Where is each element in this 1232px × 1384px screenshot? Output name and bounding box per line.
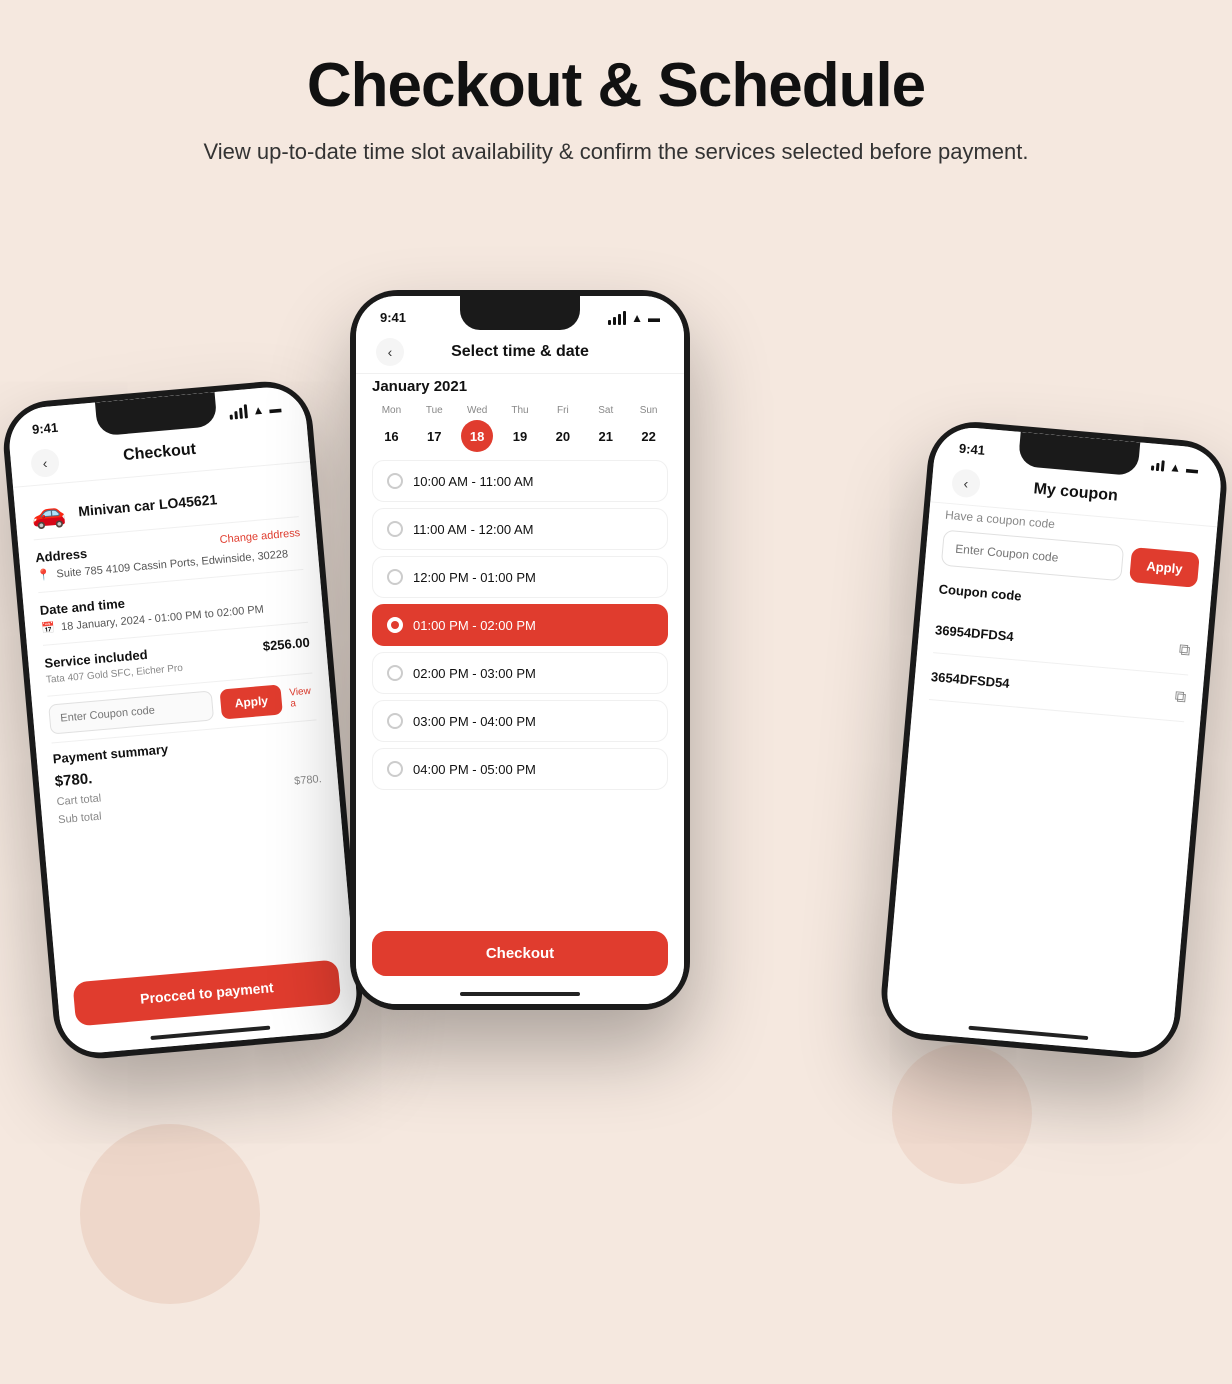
calendar-section: January 2021 Mon 16 Tue 17 Wed 18 [356,378,684,460]
coupon-code-2: 3654DFSD54 [930,669,1010,691]
schedule-title: Select time & date [451,343,589,361]
slot-1pm-radio [387,617,403,633]
coupon-input[interactable] [48,690,214,734]
coupon-code-input[interactable] [941,530,1124,582]
slot-2pm-radio [387,665,403,681]
slot-4pm-radio [387,761,403,777]
day-thu[interactable]: Thu 19 [501,405,540,452]
time-screen: 9:41 ▲ ▬ ‹ Select ti [356,296,684,1004]
slot-3pm-radio [387,713,403,729]
page-subtitle: View up-to-date time slot availability &… [0,135,1232,168]
coupon-code-1: 36954DFDS4 [935,622,1015,644]
day-sat[interactable]: Sat 21 [586,405,625,452]
copy-icon-1[interactable]: ⧉ [1178,642,1191,661]
day-tue[interactable]: Tue 17 [415,405,454,452]
checkout-back-button[interactable]: ‹ [30,448,60,478]
calendar-icon: 📅 [41,621,56,635]
phone1-time: 9:41 [31,420,58,437]
big-price: $780. [54,770,93,790]
phone3-time: 9:41 [958,441,985,458]
signal-icon-3 [1151,459,1165,471]
service-price: $256.00 [262,635,310,654]
slot-10am-radio [387,473,403,489]
signal-icon-2 [608,311,626,325]
car-icon: 🚗 [30,495,68,531]
slot-1pm-active[interactable]: 01:00 PM - 02:00 PM [372,604,668,646]
battery-icon-3: ▬ [1186,461,1199,476]
copy-icon-2[interactable]: ⧉ [1174,688,1187,707]
location-icon: 📍 [36,568,51,582]
change-address-link[interactable]: Change address [219,527,300,546]
slot-12pm[interactable]: 12:00 PM - 01:00 PM [372,556,668,598]
battery-icon-2: ▬ [648,311,660,325]
time-slots-list: 10:00 AM - 11:00 AM 11:00 AM - 12:00 AM … [356,460,684,790]
schedule-header: ‹ Select time & date [356,331,684,369]
slot-11am-radio [387,521,403,537]
view-link[interactable]: View a [289,685,315,709]
day-wed-selected[interactable]: Wed 18 [458,405,497,452]
phone-coupon-inner: 9:41 ▲ ▬ ‹ My coupon [884,425,1224,1056]
slot-2pm[interactable]: 02:00 PM - 03:00 PM [372,652,668,694]
coupon-back-button[interactable]: ‹ [951,468,981,498]
phone2-notch [460,296,580,330]
phone-checkout: 9:41 ▲ ▬ ‹ Checkout [0,378,366,1063]
day-mon[interactable]: Mon 16 [372,405,411,452]
slot-11am[interactable]: 11:00 AM - 12:00 AM [372,508,668,550]
phone3-status-icons: ▲ ▬ [1151,458,1199,476]
signal-icon [229,404,248,420]
checkout-content: 🚗 Minivan car LO45621 Address Change add… [13,466,339,831]
home-indicator-1 [150,1026,270,1040]
slot-4pm[interactable]: 04:00 PM - 05:00 PM [372,748,668,790]
day-sun[interactable]: Sun 22 [629,405,668,452]
phones-container: 9:41 ▲ ▬ ‹ Checkout [0,230,1232,1330]
checkout-button[interactable]: Checkout [372,931,668,976]
phone2-status-icons: ▲ ▬ [608,311,660,325]
address-label: Address [35,546,88,565]
cart-label: Cart total [56,792,102,808]
wifi-icon-3: ▲ [1169,460,1182,475]
coupon-section: Have a coupon code Apply Coupon code 369… [913,506,1217,723]
day-fri[interactable]: Fri 20 [543,405,582,452]
slot-3pm[interactable]: 03:00 PM - 04:00 PM [372,700,668,742]
phone-schedule-inner: 9:41 ▲ ▬ ‹ Select ti [356,296,684,1004]
car-name: Minivan car LO45621 [78,491,218,519]
phone-checkout-inner: 9:41 ▲ ▬ ‹ Checkout [6,384,359,1056]
coupon-title: My coupon [1033,480,1119,505]
phone2-time: 9:41 [380,310,406,325]
page-header: Checkout & Schedule View up-to-date time… [0,0,1232,168]
phone-schedule: 9:41 ▲ ▬ ‹ Select ti [350,290,690,1010]
month-label: January 2021 [372,378,668,395]
checkout-title: Checkout [123,441,197,465]
schedule-back-button[interactable]: ‹ [376,338,404,366]
phone-coupon: 9:41 ▲ ▬ ‹ My coupon [878,418,1231,1062]
coupon-screen: 9:41 ▲ ▬ ‹ My coupon [884,425,1224,1056]
coupon-apply-button[interactable]: Apply [1129,547,1200,588]
apply-button[interactable]: Apply [219,684,283,719]
checkout-screen: 9:41 ▲ ▬ ‹ Checkout [6,384,359,1056]
wifi-icon: ▲ [252,402,265,417]
proceed-to-payment-button[interactable]: Procced to payment [72,959,341,1026]
cart-value: $780. [294,773,322,787]
slot-10am[interactable]: 10:00 AM - 11:00 AM [372,460,668,502]
subtotal-label: Sub total [58,810,102,826]
calendar-days: Mon 16 Tue 17 Wed 18 Thu [372,405,668,452]
battery-icon: ▬ [269,401,282,416]
home-indicator-2 [460,992,580,996]
slot-12pm-radio [387,569,403,585]
home-indicator-3 [968,1026,1088,1040]
page-title: Checkout & Schedule [0,50,1232,121]
phone1-status-icons: ▲ ▬ [229,401,282,419]
wifi-icon-2: ▲ [631,311,643,325]
